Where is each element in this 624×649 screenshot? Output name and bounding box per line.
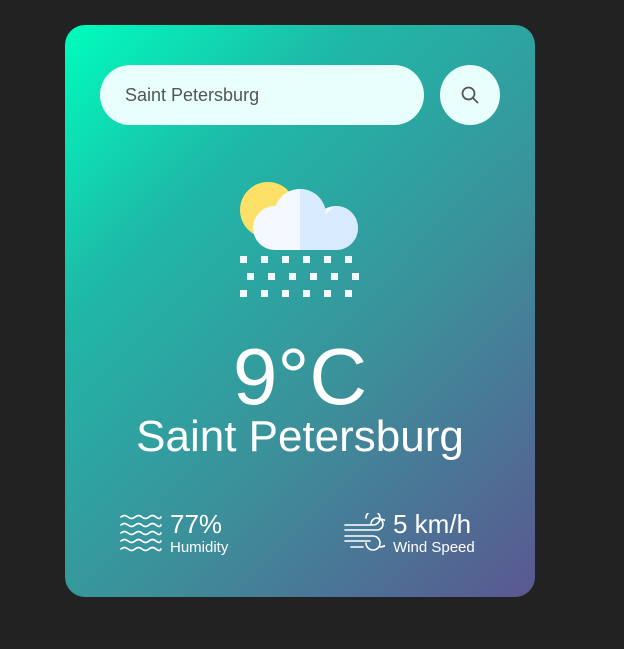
city-name: Saint Petersburg [136,412,464,461]
search-input[interactable] [100,65,424,125]
humidity-detail: 77% Humidity [120,508,228,558]
humidity-value: 77% [170,508,223,539]
weather-card: 9°C Saint Petersburg 77% Humidity [65,25,535,597]
wind-icon [343,512,385,554]
wind-label: Wind Speed [393,538,475,556]
temperature: 9°C [232,332,368,421]
humidity-label: Humidity [170,538,229,556]
wind-detail: 5 km/h Wind Speed [343,508,475,558]
humidity-text: 77% Humidity [170,510,228,557]
humidity-waves-icon [120,512,162,554]
search-button[interactable] [440,65,500,125]
wind-text: 5 km/h Wind Speed [393,510,475,557]
partly-cloudy-snow-icon [237,180,363,300]
wind-value: 5 km/h [393,508,472,539]
search-bar [100,65,500,125]
search-icon [460,85,480,105]
